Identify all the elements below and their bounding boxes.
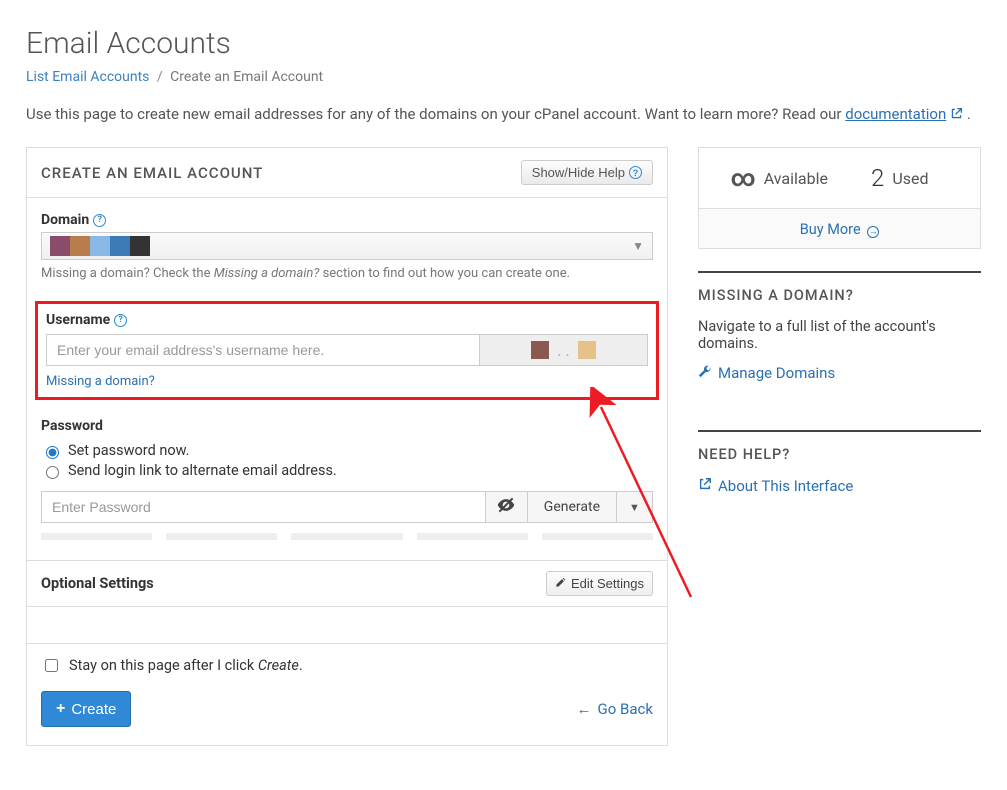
breadcrumb-current: Create an Email Account	[170, 69, 323, 85]
documentation-link[interactable]: documentation	[845, 105, 946, 123]
missing-domain-text: Navigate to a full list of the account's…	[698, 318, 981, 352]
optional-settings-header: Optional Settings Edit Settings	[27, 560, 667, 607]
manage-domains-link[interactable]: Manage Domains	[698, 364, 981, 382]
domain-section: Domain ? ▼ Missing	[41, 212, 653, 281]
breadcrumb-list-link[interactable]: List Email Accounts	[26, 69, 149, 85]
password-input[interactable]	[41, 491, 486, 523]
optional-settings-title: Optional Settings	[41, 575, 154, 592]
arrow-circle-right-icon: →	[867, 226, 879, 238]
arrow-left-icon: ←	[577, 700, 592, 718]
domain-select[interactable]: ▼	[41, 232, 653, 260]
breadcrumb: List Email Accounts / Create an Email Ac…	[26, 69, 981, 85]
generate-dropdown-button[interactable]: ▼	[617, 491, 653, 523]
username-highlight: Username ? . . Missing a domain?	[35, 301, 659, 400]
missing-domain-heading: MISSING A DOMAIN?	[698, 271, 981, 304]
stats-box: ∞ Available 2 Used Buy More →	[698, 147, 981, 249]
generate-password-button[interactable]: Generate	[528, 491, 617, 523]
intro-text: Use this page to create new email addres…	[26, 105, 981, 123]
buy-more-link[interactable]: Buy More →	[800, 221, 880, 238]
intro-before: Use this page to create new email addres…	[26, 105, 845, 123]
username-label: Username	[46, 312, 110, 328]
stay-on-page-checkbox-row[interactable]: Stay on this page after I click Create.	[41, 656, 653, 675]
radio-set-now[interactable]: Set password now.	[41, 442, 653, 459]
edit-settings-button[interactable]: Edit Settings	[546, 571, 653, 596]
create-button[interactable]: + Create	[41, 691, 131, 727]
pencil-icon	[555, 576, 566, 591]
wrench-icon	[698, 364, 712, 382]
question-icon: ?	[629, 166, 642, 179]
username-input[interactable]	[46, 334, 480, 366]
radio-set-now-input[interactable]	[46, 446, 59, 459]
caret-down-icon: ▼	[629, 501, 640, 514]
intro-after: .	[963, 105, 971, 123]
reveal-password-button[interactable]	[486, 491, 528, 523]
external-link-icon	[950, 106, 963, 119]
create-account-panel: CREATE AN EMAIL ACCOUNT Show/Hide Help ?…	[26, 147, 668, 746]
breadcrumb-separator: /	[157, 69, 163, 85]
stat-available: ∞ Available	[719, 164, 840, 192]
show-hide-help-button[interactable]: Show/Hide Help ?	[521, 160, 653, 185]
missing-domain-link[interactable]: Missing a domain?	[46, 374, 155, 389]
password-strength-meter	[41, 533, 653, 540]
plus-icon: +	[56, 700, 65, 718]
radio-send-link-input[interactable]	[46, 466, 59, 479]
about-interface-link[interactable]: About This Interface	[698, 477, 981, 495]
password-section: Password Set password now. Send login li…	[41, 418, 653, 540]
panel-footer: Stay on this page after I click Create. …	[27, 643, 667, 741]
infinity-icon: ∞	[731, 164, 756, 192]
domain-hint: Missing a domain? Check the Missing a do…	[41, 266, 653, 281]
password-label: Password	[41, 418, 103, 434]
go-back-link[interactable]: ← Go Back	[577, 700, 653, 718]
domain-redacted-value	[50, 236, 150, 256]
chevron-down-icon: ▼	[632, 239, 644, 253]
stat-used: 2 Used	[840, 164, 961, 192]
panel-title: CREATE AN EMAIL ACCOUNT	[41, 164, 263, 182]
stay-on-page-checkbox[interactable]	[45, 659, 58, 672]
username-domain-addon: . .	[480, 334, 648, 366]
question-icon[interactable]: ?	[114, 314, 127, 327]
need-help-heading: NEED HELP?	[698, 430, 981, 463]
page-title: Email Accounts	[26, 26, 981, 61]
domain-label: Domain	[41, 212, 89, 228]
external-link-icon	[698, 477, 712, 495]
question-icon[interactable]: ?	[93, 214, 106, 227]
eye-off-icon	[496, 495, 516, 519]
radio-send-link[interactable]: Send login link to alternate email addre…	[41, 462, 653, 479]
